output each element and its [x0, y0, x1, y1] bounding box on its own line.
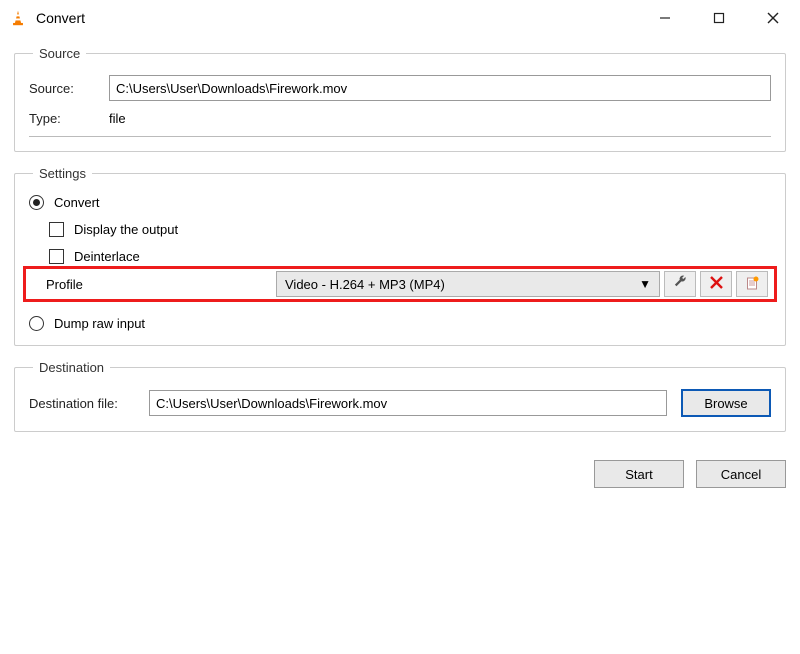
browse-button[interactable]: Browse: [681, 389, 771, 417]
type-label: Type:: [29, 111, 109, 126]
window-title: Convert: [36, 10, 638, 26]
edit-profile-button[interactable]: [664, 271, 696, 297]
radio-checked-icon: [29, 195, 44, 210]
source-label: Source:: [29, 81, 109, 96]
window-controls: [638, 0, 800, 36]
checkbox-unchecked-icon: [49, 222, 64, 237]
convert-radio-label: Convert: [54, 195, 100, 210]
profile-label: Profile: [46, 277, 276, 292]
cancel-button[interactable]: Cancel: [696, 460, 786, 488]
vlc-cone-icon: [8, 8, 28, 28]
dialog-footer: Start Cancel: [0, 456, 800, 492]
new-document-icon: [745, 276, 759, 293]
settings-group: Settings Convert Display the output Dein…: [14, 166, 786, 346]
convert-radio[interactable]: Convert: [29, 195, 771, 210]
source-group: Source Source: Type: file: [14, 46, 786, 152]
deinterlace-label: Deinterlace: [74, 249, 140, 264]
destination-group: Destination Destination file: Browse: [14, 360, 786, 432]
titlebar: Convert: [0, 0, 800, 36]
type-value: file: [109, 111, 126, 126]
destination-label: Destination file:: [29, 396, 149, 411]
maximize-button[interactable]: [692, 0, 746, 36]
dump-raw-radio[interactable]: Dump raw input: [29, 316, 771, 331]
profile-value: Video - H.264 + MP3 (MP4): [285, 277, 445, 292]
start-button[interactable]: Start: [594, 460, 684, 488]
source-divider: [29, 136, 771, 137]
wrench-icon: [673, 275, 688, 293]
profile-dropdown[interactable]: Video - H.264 + MP3 (MP4) ▼: [276, 271, 660, 297]
start-button-label: Start: [625, 467, 652, 482]
destination-input[interactable]: [149, 390, 667, 416]
close-button[interactable]: [746, 0, 800, 36]
chevron-down-icon: ▼: [639, 277, 651, 291]
new-profile-button[interactable]: [736, 271, 768, 297]
delete-profile-button[interactable]: [700, 271, 732, 297]
minimize-button[interactable]: [638, 0, 692, 36]
destination-legend: Destination: [33, 360, 110, 375]
deinterlace-checkbox[interactable]: Deinterlace: [49, 249, 771, 264]
dialog-content: Source Source: Type: file Settings Conve…: [0, 36, 800, 456]
display-output-checkbox[interactable]: Display the output: [49, 222, 771, 237]
x-icon: [710, 276, 723, 292]
radio-unchecked-icon: [29, 316, 44, 331]
settings-legend: Settings: [33, 166, 92, 181]
source-legend: Source: [33, 46, 86, 61]
cancel-button-label: Cancel: [721, 467, 761, 482]
display-output-label: Display the output: [74, 222, 178, 237]
browse-button-label: Browse: [704, 396, 747, 411]
dump-raw-label: Dump raw input: [54, 316, 145, 331]
checkbox-unchecked-icon: [49, 249, 64, 264]
profile-row-highlight: Profile Video - H.264 + MP3 (MP4) ▼: [23, 266, 777, 302]
source-input[interactable]: [109, 75, 771, 101]
